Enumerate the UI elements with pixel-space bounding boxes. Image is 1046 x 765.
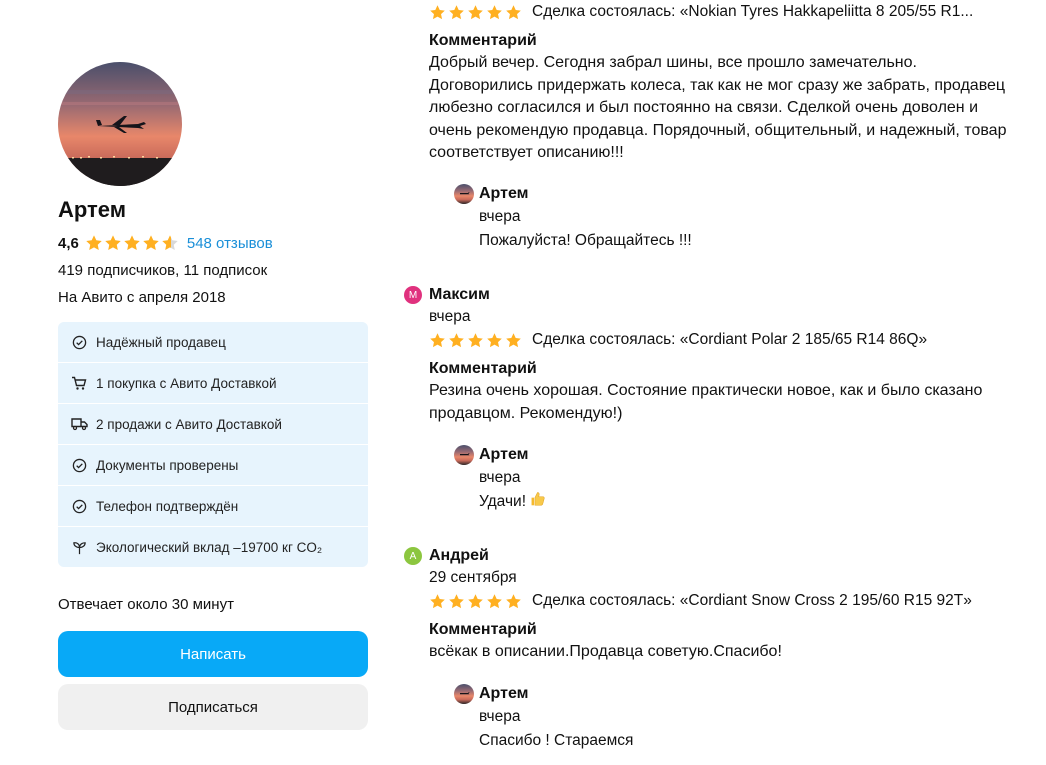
response-time: Отвечает около 30 минут [58,596,234,613]
star-icon [429,332,446,349]
deal-text[interactable]: Сделка состоялась: «Cordiant Polar 2 185… [532,331,927,349]
seller-reply-avatar [454,445,474,465]
badge-documents-verified[interactable]: Документы проверены [58,445,368,485]
review-item: М Максим вчера Сделка состоялась: «Cordi… [404,284,1046,510]
reply-date: вчера [479,708,521,725]
rating-value: 4,6 [58,234,79,252]
star-icon [486,593,503,610]
star-icon [505,332,522,349]
seller-reply-avatar [454,684,474,704]
badge-purchase-delivery[interactable]: 1 покупка с Авито Доставкой [58,363,368,403]
reply-text-row: Удачи! [479,490,1014,514]
reply-author[interactable]: Артем [479,685,528,703]
badge-label: Документы проверены [96,457,239,473]
seller-rating: 4,6 548 отзывов [58,234,273,252]
reviewer-name[interactable]: Максим [429,286,490,304]
star-icon [448,332,465,349]
reply-date: вчера [479,469,521,486]
subscribe-button[interactable]: Подписаться [58,684,368,730]
star-icon [142,234,160,252]
star-icon [429,4,446,21]
review-stars [429,4,522,21]
reviews-feed: Сделка состоялась: «Nokian Tyres Hakkape… [404,0,1046,765]
badge-sales-delivery[interactable]: 2 продажи с Авито Доставкой [58,404,368,444]
review-date: вчера [429,308,471,325]
check-circle-icon [70,333,88,351]
subscribers-info[interactable]: 419 подписчиков, 11 подписок [58,262,267,279]
star-icon [448,593,465,610]
seller-reply: Артем вчера Пожалуйста! Обращайтесь !!! [454,183,1014,253]
write-message-button[interactable]: Написать [58,631,368,677]
comment-label: Комментарий [429,32,537,49]
deal-info: Сделка состоялась: «Cordiant Snow Cross … [429,589,1046,613]
reply-date: вчера [479,208,521,225]
reviewer-name[interactable]: Андрей [429,547,489,565]
star-icon [505,4,522,21]
cart-icon [70,374,88,392]
sunset-airplane-photo [58,62,182,186]
reply-author[interactable]: Артем [479,185,528,203]
seller-avatar[interactable] [58,62,182,186]
comment-label: Комментарий [429,360,537,377]
badge-eco-contribution[interactable]: Экологический вклад –19700 кг CO₂ [58,527,368,567]
star-icon [505,593,522,610]
reviews-count-link[interactable]: 548 отзывов [187,235,273,252]
review-comment: всёкак в описании.Продавца советую.Спаси… [429,643,782,660]
check-circle-icon [70,456,88,474]
thumbs-up-icon [529,490,546,515]
star-icon [85,234,103,252]
seller-badges: Надёжный продавец 1 покупка с Авито Дост… [58,322,368,568]
rating-stars [85,234,179,252]
check-circle-icon [70,497,88,515]
star-icon [486,4,503,21]
reply-text: Пожалуйста! Обращайтесь !!! [479,232,692,249]
badge-label: Телефон подтверждён [96,498,239,514]
badge-label: 2 продажи с Авито Доставкой [96,416,282,432]
seller-reply-avatar [454,184,474,204]
member-since: На Авито с апреля 2018 [58,289,226,306]
review-item: А Андрей 29 сентября Сделка состоялась: … [404,545,1046,749]
half-star-icon [161,234,179,252]
review-comment: Добрый вечер. Сегодня забрал шины, все п… [429,54,1007,161]
review-comment: Резина очень хорошая. Состояние практиче… [429,382,983,422]
star-icon [486,332,503,349]
sprout-icon [70,538,88,556]
badge-reliable-seller[interactable]: Надёжный продавец [58,322,368,362]
seller-reply: Артем вчера Удачи! [454,444,1014,514]
badge-label: Надёжный продавец [96,334,226,350]
seller-reply: Артем вчера Спасибо ! Стараемся [454,683,1014,753]
badge-label: Экологический вклад –19700 кг CO₂ [96,539,323,555]
truck-icon [70,415,88,433]
star-icon [448,4,465,21]
star-icon [104,234,122,252]
deal-info: Сделка состоялась: «Cordiant Polar 2 185… [429,328,1046,352]
reviewer-avatar[interactable]: М [404,286,422,304]
reviewer-avatar[interactable]: А [404,547,422,565]
star-icon [467,332,484,349]
deal-text[interactable]: Сделка состоялась: «Nokian Tyres Hakkape… [532,3,973,21]
star-icon [467,593,484,610]
review-stars [429,593,522,610]
reply-text: Удачи! [479,493,526,510]
star-icon [467,4,484,21]
seller-name: Артем [58,197,127,222]
star-icon [123,234,141,252]
review-item: Сделка состоялась: «Nokian Tyres Hakkape… [404,0,1046,249]
deal-info: Сделка состоялась: «Nokian Tyres Hakkape… [429,0,1046,24]
review-stars [429,332,522,349]
comment-label: Комментарий [429,621,537,638]
badge-phone-verified[interactable]: Телефон подтверждён [58,486,368,526]
deal-text[interactable]: Сделка состоялась: «Cordiant Snow Cross … [532,592,972,610]
reply-author[interactable]: Артем [479,446,528,464]
reply-text: Спасибо ! Стараемся [479,732,634,749]
star-icon [429,593,446,610]
review-date: 29 сентября [429,569,517,586]
badge-label: 1 покупка с Авито Доставкой [96,375,277,391]
